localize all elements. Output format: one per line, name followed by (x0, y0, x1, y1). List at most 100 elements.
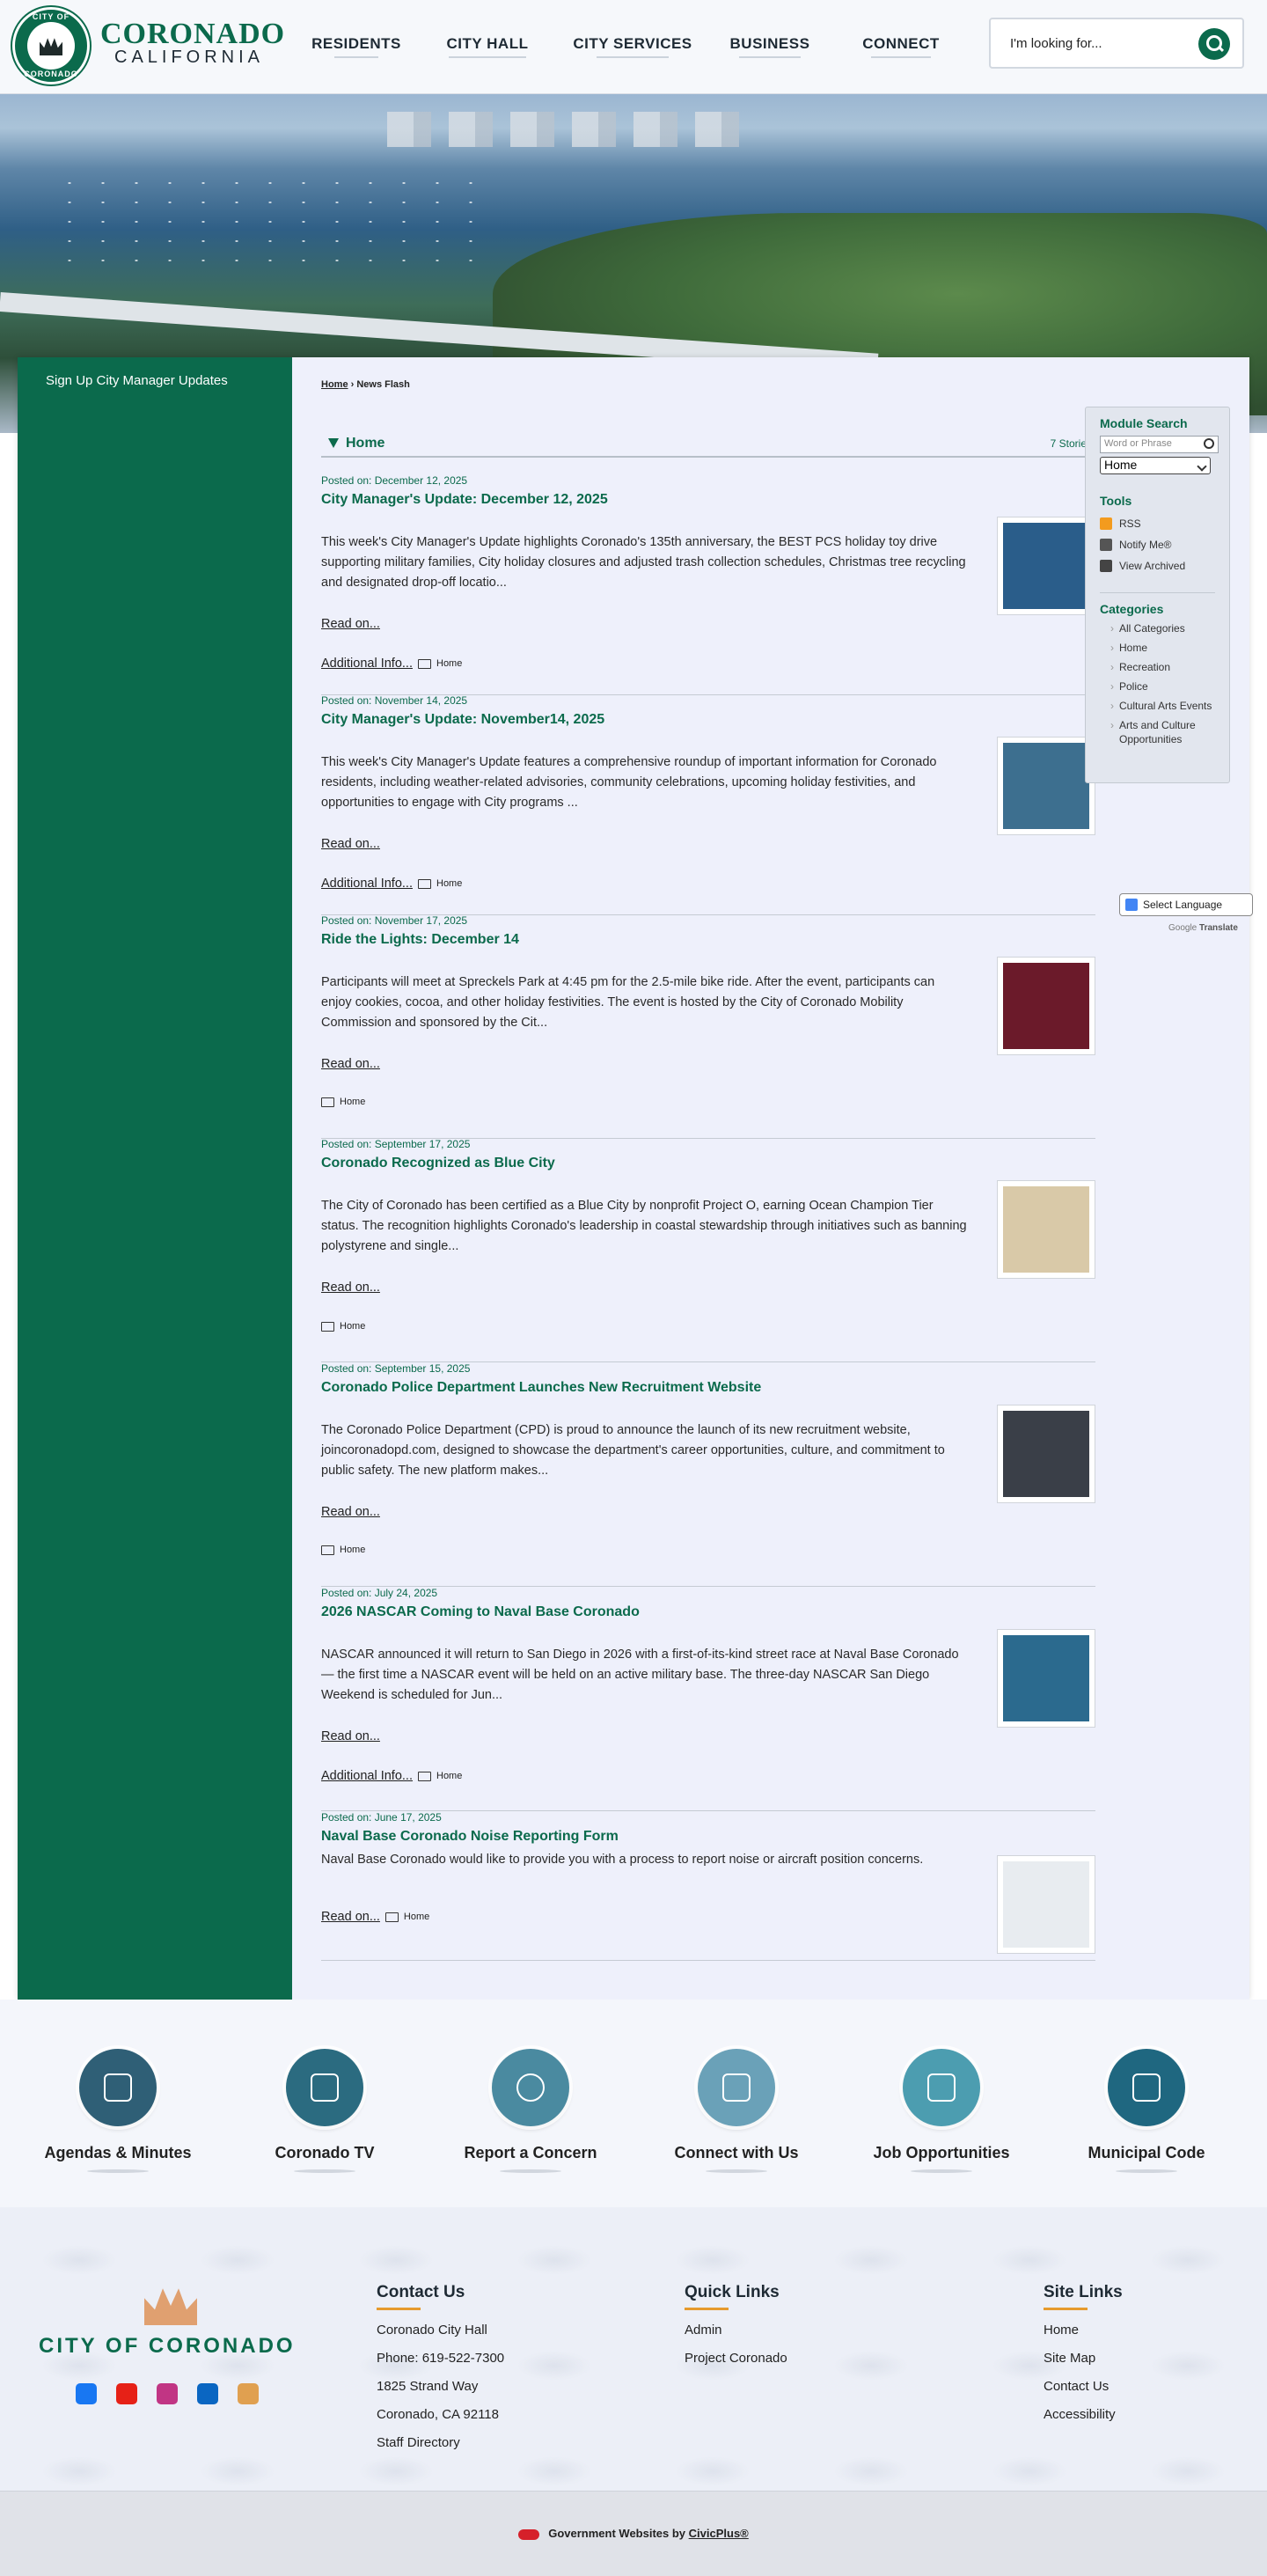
quick-link-report-concern[interactable]: Report a Concern (434, 2049, 627, 2173)
thumbnail-image (1003, 963, 1089, 1049)
read-on-link[interactable]: Read on... (321, 1729, 380, 1743)
language-select[interactable]: Select Language (1119, 893, 1253, 916)
search-placeholder: I'm looking for... (1010, 35, 1102, 51)
instagram-icon[interactable] (157, 2383, 178, 2404)
tools-section: Tools RSS Notify Me® View Archived (1100, 494, 1215, 576)
nav-residents[interactable]: RESIDENTS (299, 0, 414, 88)
quick-link-label: Municipal Code (1088, 2144, 1205, 2161)
story-title[interactable]: City Manager's Update: December 12, 2025 (321, 492, 608, 508)
footer-link-site-map[interactable]: Site Map (1044, 2351, 1123, 2379)
module-search-input[interactable]: Word or Phrase (1100, 436, 1219, 453)
footer-link-project-coronado[interactable]: Project Coronado (685, 2351, 787, 2379)
youtube-icon[interactable] (116, 2383, 137, 2404)
story-thumbnail[interactable] (997, 737, 1095, 835)
story-title[interactable]: Ride the Lights: December 14 (321, 932, 519, 948)
module-header[interactable]: Home 7 Stories (321, 431, 1095, 458)
hero-skyline (387, 112, 739, 147)
story-thumbnail[interactable] (997, 1405, 1095, 1503)
category-police[interactable]: Police (1100, 679, 1215, 694)
footer-link-admin[interactable]: Admin (685, 2323, 787, 2351)
tool-rss[interactable]: RSS (1100, 513, 1215, 534)
category-arts-culture-opportunities[interactable]: Arts and Culture Opportunities (1100, 718, 1215, 746)
read-on-link[interactable]: Read on... (321, 1505, 380, 1519)
news-story: Posted on: November 17, 2025 Ride the Li… (321, 914, 1095, 1139)
category-select[interactable]: Home (1100, 457, 1211, 474)
tv-icon[interactable] (238, 2383, 259, 2404)
civicplus-link[interactable]: CivicPlus® (689, 2527, 749, 2540)
translate-link[interactable]: Translate (1199, 923, 1238, 933)
read-on-link[interactable]: Read on... (321, 1057, 380, 1071)
collapse-triangle-icon[interactable] (328, 438, 339, 448)
story-thumbnail[interactable] (997, 957, 1095, 1055)
story-category[interactable]: Home (436, 1771, 462, 1781)
breadcrumb-home[interactable]: Home (321, 379, 348, 390)
quick-link-municipal-code[interactable]: Municipal Code (1050, 2049, 1243, 2173)
quick-link-job-opportunities[interactable]: Job Opportunities (845, 2049, 1038, 2173)
nav-city-hall[interactable]: CITY HALL (414, 0, 561, 88)
language-select-label: Select Language (1143, 899, 1223, 911)
read-on-link[interactable]: Read on... (321, 617, 380, 631)
category-home[interactable]: Home (1100, 641, 1215, 655)
footer-link-home[interactable]: Home (1044, 2323, 1123, 2351)
category-all[interactable]: All Categories (1100, 621, 1215, 635)
category-cultural-arts-events[interactable]: Cultural Arts Events (1100, 699, 1215, 713)
additional-info-link[interactable]: Additional Info... (321, 1769, 413, 1783)
footer-link-accessibility[interactable]: Accessibility (1044, 2407, 1123, 2435)
story-category[interactable]: Home (436, 658, 462, 669)
quick-link-agendas[interactable]: Agendas & Minutes (21, 2049, 215, 2173)
staff-directory-link[interactable]: Staff Directory (377, 2435, 504, 2463)
footer-brand[interactable]: CITY OF CORONADO (39, 2334, 296, 2359)
story-thumbnail[interactable] (997, 1180, 1095, 1279)
nav-city-services[interactable]: CITY SERVICES (561, 0, 704, 88)
footer-link-contact-us[interactable]: Contact Us (1044, 2379, 1123, 2407)
search-icon[interactable] (1204, 438, 1214, 449)
story-thumbnail[interactable] (997, 1855, 1095, 1954)
story-thumbnail[interactable] (997, 1629, 1095, 1728)
story-title[interactable]: City Manager's Update: November14, 2025 (321, 712, 604, 728)
story-title[interactable]: Naval Base Coronado Noise Reporting Form (321, 1829, 619, 1845)
story-posted-date: Posted on: September 15, 2025 (321, 1362, 471, 1375)
glyph (1132, 2073, 1161, 2102)
nav-connect[interactable]: CONNECT (836, 0, 966, 88)
story-title[interactable]: Coronado Police Department Launches New … (321, 1380, 761, 1396)
tool-notify-me[interactable]: Notify Me® (1100, 534, 1215, 555)
breadcrumb-current: News Flash (356, 379, 410, 390)
read-on-link[interactable]: Read on... (321, 1281, 380, 1295)
news-story: Posted on: September 17, 2025 Coronado R… (321, 1138, 1095, 1362)
glyph (722, 2073, 751, 2102)
contact-line: Coronado, CA 92118 (377, 2407, 499, 2422)
nav-business[interactable]: BUSINESS (704, 0, 836, 88)
category-recreation[interactable]: Recreation (1100, 660, 1215, 674)
search-icon[interactable] (1198, 28, 1230, 60)
read-on-link[interactable]: Read on... (321, 1910, 380, 1924)
story-title[interactable]: Coronado Recognized as Blue City (321, 1156, 555, 1171)
read-on-link[interactable]: Read on... (321, 837, 380, 851)
story-posted-date: Posted on: July 24, 2025 (321, 1587, 438, 1599)
category-book-icon (418, 1771, 431, 1781)
archive-icon (1100, 560, 1112, 572)
story-thumbnail[interactable] (997, 517, 1095, 615)
tool-view-archived[interactable]: View Archived (1100, 555, 1215, 576)
story-category[interactable]: Home (436, 878, 462, 889)
site-search-input[interactable]: I'm looking for... (989, 18, 1244, 69)
civicplus-logo-icon (518, 2528, 540, 2540)
sign-up-city-manager-updates-link[interactable]: Sign Up City Manager Updates (46, 373, 228, 388)
quick-link-coronado-tv[interactable]: Coronado TV (228, 2049, 421, 2173)
additional-info-link[interactable]: Additional Info... (321, 657, 413, 671)
story-posted-date: Posted on: June 17, 2025 (321, 1811, 442, 1824)
envelope-icon (1100, 539, 1112, 551)
story-title[interactable]: 2026 NASCAR Coming to Naval Base Coronad… (321, 1604, 640, 1620)
city-seal-logo[interactable]: CITY OF CORONADO (12, 7, 90, 84)
contact-phone[interactable]: Phone: 619-522-7300 (377, 2351, 504, 2379)
contact-line: 1825 Strand Way (377, 2379, 479, 2394)
linkedin-icon[interactable] (197, 2383, 218, 2404)
facebook-icon[interactable] (76, 2383, 97, 2404)
story-category[interactable]: Home (340, 1321, 365, 1332)
story-category[interactable]: Home (404, 1912, 429, 1922)
story-category[interactable]: Home (340, 1097, 365, 1107)
quick-link-connect-with-us[interactable]: Connect with Us (640, 2049, 833, 2173)
brand-name[interactable]: CORONADO (100, 18, 285, 51)
story-category[interactable]: Home (340, 1545, 365, 1555)
additional-info-link[interactable]: Additional Info... (321, 877, 413, 891)
story-summary: NASCAR announced it will return to San D… (321, 1648, 959, 1702)
